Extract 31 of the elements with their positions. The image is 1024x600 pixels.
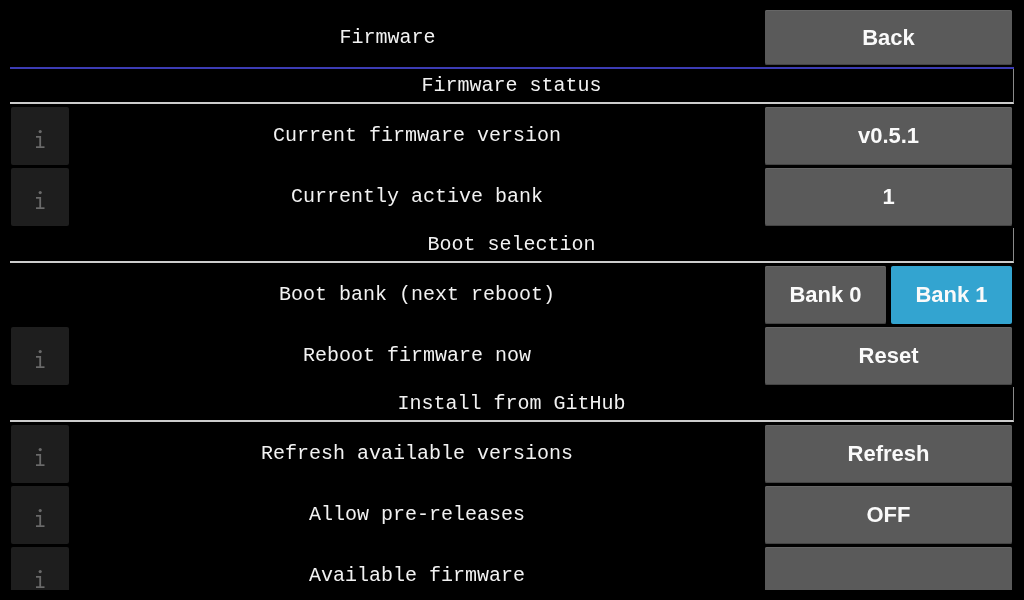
row-label: Available firmware [308, 564, 525, 588]
info-icon [35, 509, 45, 527]
row-label: Boot bank (next reboot) [278, 283, 555, 307]
row-label: Current firmware version [272, 124, 561, 148]
info-button[interactable] [11, 486, 69, 544]
page-title: Firmware [339, 25, 436, 50]
row-label: Allow pre-releases [308, 503, 525, 527]
section-header: Firmware status [10, 69, 1014, 104]
value-button[interactable]: Refresh [765, 425, 1012, 483]
info-button[interactable] [11, 168, 69, 226]
info-button[interactable] [11, 547, 69, 590]
value-button[interactable]: 1 [765, 168, 1012, 226]
info-button[interactable] [11, 327, 69, 385]
back-button[interactable]: Back [765, 10, 1012, 65]
value-button[interactable]: OFF [765, 486, 1012, 544]
info-icon [35, 570, 45, 588]
info-icon [35, 130, 45, 148]
info-icon [35, 448, 45, 466]
value-button[interactable] [765, 547, 1012, 590]
option-button[interactable]: Bank 0 [765, 266, 886, 324]
info-button[interactable] [11, 107, 69, 165]
info-button[interactable] [11, 425, 69, 483]
section-header: Boot selection [10, 228, 1014, 263]
row-label: Currently active bank [290, 185, 543, 209]
section-header: Install from GitHub [10, 387, 1014, 422]
row-label: Refresh available versions [260, 442, 574, 466]
value-button[interactable]: v0.5.1 [765, 107, 1012, 165]
row-label: Reboot firmware now [302, 344, 531, 368]
info-icon [35, 191, 45, 209]
info-icon [35, 350, 45, 368]
value-button[interactable]: Reset [765, 327, 1012, 385]
